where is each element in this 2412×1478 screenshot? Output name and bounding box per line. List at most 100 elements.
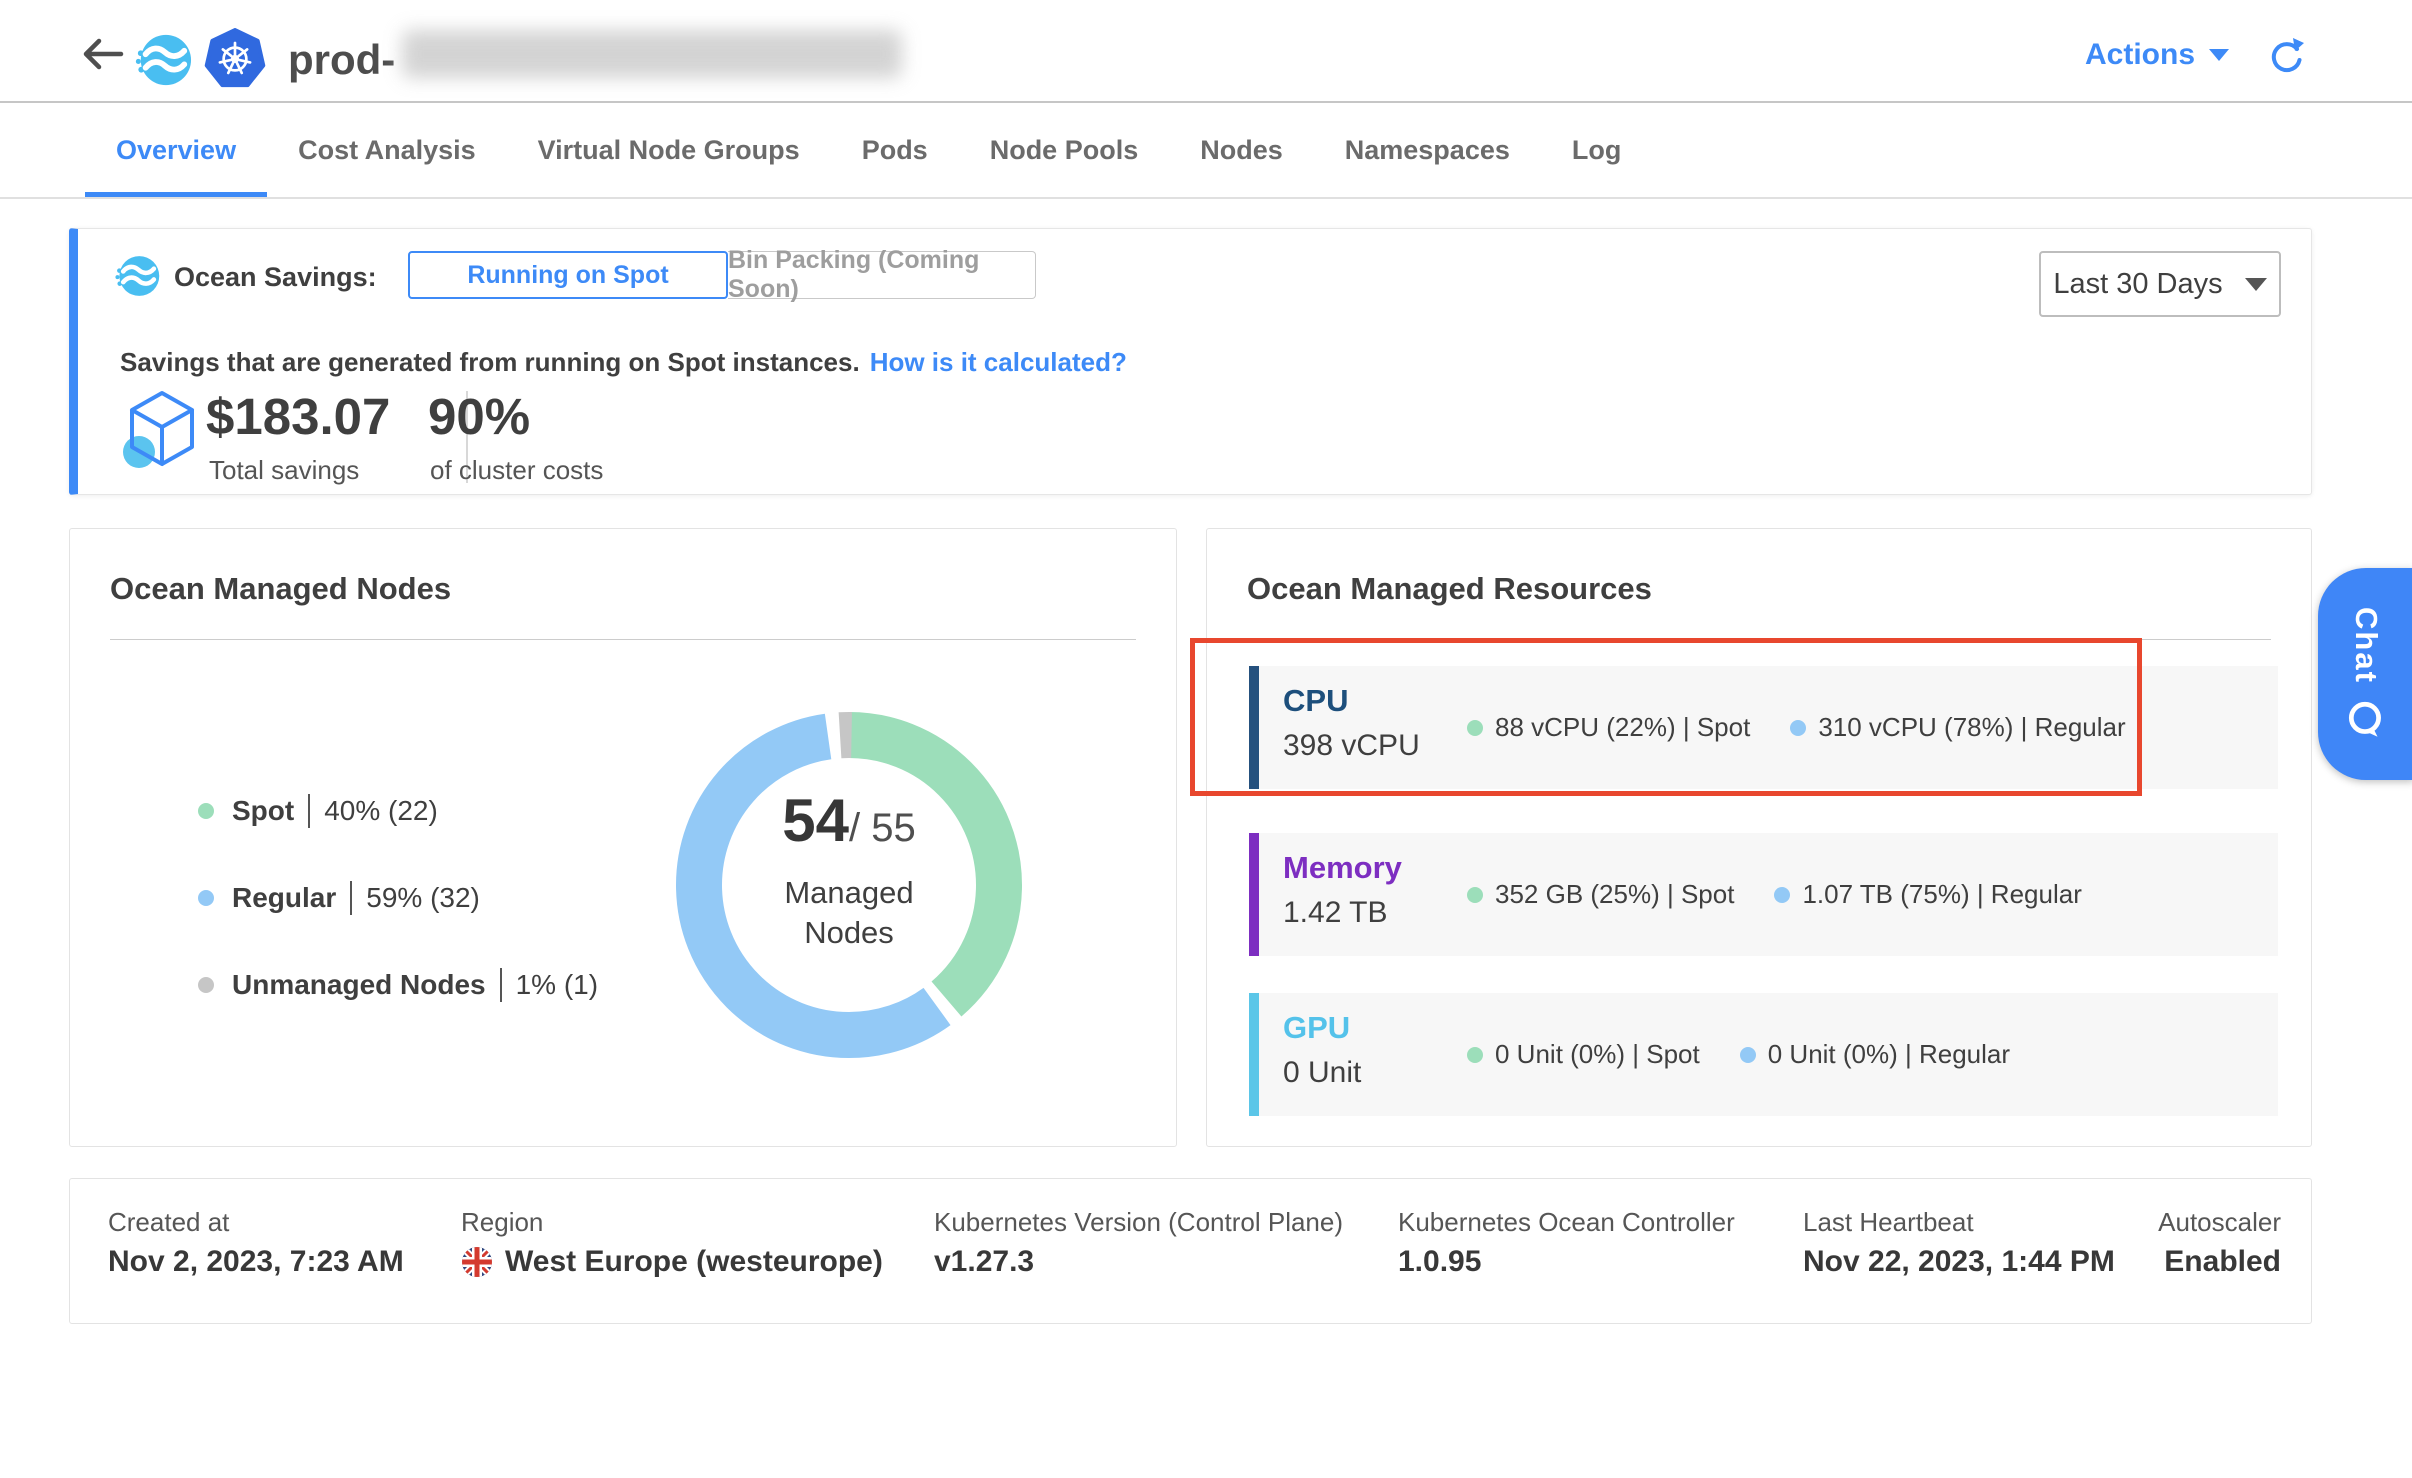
divider [110,639,1136,640]
info-label: Kubernetes Ocean Controller [1398,1207,1735,1238]
info-value: Nov 22, 2023, 1:44 PM [1803,1245,2115,1279]
unmanaged-legend-dot [198,977,214,993]
divider [500,968,502,1002]
savings-view-toggle: Running on Spot Bin Packing (Coming Soon… [408,251,1036,299]
info-label: Kubernetes Version (Control Plane) [934,1207,1343,1238]
back-arrow-icon[interactable] [80,36,126,72]
gpu-details: 0 Unit (0%) | Spot 0 Unit (0%) | Regular [1467,993,2010,1116]
info-value: 1.0.95 [1398,1245,1481,1279]
gpu-total: 0 Unit [1283,1056,1361,1090]
how-calculated-link[interactable]: How is it calculated? [870,347,1127,377]
info-label: Last Heartbeat [1803,1207,1974,1238]
managed-nodes-donut-chart: 54/ 55 Managed Nodes [666,702,1032,1068]
memory-spot-detail: 352 GB (25%) | Spot [1467,879,1734,910]
cpu-total: 398 vCPU [1283,729,1420,763]
gpu-name: GPU [1283,1010,1350,1046]
running-on-spot-button[interactable]: Running on Spot [408,251,728,299]
donut-center-text: 54/ 55 Managed Nodes [666,786,1032,953]
ocean-cluster-overview-page: prod- Actions Overview Cost Analysis Vir… [0,0,2412,1478]
tab-namespaces[interactable]: Namespaces [1314,103,1541,197]
regular-legend-dot [198,890,214,906]
gpu-regular-text: 0 Unit (0%) | Regular [1768,1039,2010,1070]
info-label: Created at [108,1207,229,1238]
legend-label: Spot [232,795,294,827]
savings-cube-icon [122,387,202,475]
gpu-spot-text: 0 Unit (0%) | Spot [1495,1039,1700,1070]
period-dropdown-value: Last 30 Days [2053,268,2222,301]
resource-row-cpu: CPU 398 vCPU 88 vCPU (22%) | Spot 310 vC… [1249,666,2278,789]
spot-legend-dot [198,803,214,819]
memory-color-bar [1249,833,1259,956]
legend-value: 1% (1) [516,969,598,1001]
chevron-down-icon [2209,49,2229,61]
info-value: West Europe (westeurope) [461,1245,883,1279]
chat-button[interactable]: Chat [2318,568,2412,780]
info-value: Nov 2, 2023, 7:23 AM [108,1245,404,1279]
managed-nodes-title: Ocean Managed Nodes [110,571,451,607]
kubernetes-logo-icon [204,28,266,90]
regular-dot [1774,887,1790,903]
tab-nodes[interactable]: Nodes [1169,103,1314,197]
chevron-down-icon [2245,278,2267,291]
tab-node-pools[interactable]: Node Pools [959,103,1170,197]
top-bar: prod- Actions [0,0,2412,103]
legend-item-unmanaged: Unmanaged Nodes 1% (1) [198,965,598,1005]
info-value: Enabled [2164,1245,2281,1279]
refresh-icon[interactable] [2266,36,2306,76]
total-count: / 55 [849,806,916,850]
managed-count: 54 [782,787,849,854]
legend-item-spot: Spot 40% (22) [198,791,598,831]
savings-description: Savings that are generated from running … [120,347,1127,378]
cpu-regular-text: 310 vCPU (78%) | Regular [1818,712,2125,743]
ocean-savings-label: Ocean Savings: [174,262,377,293]
bin-packing-button: Bin Packing (Coming Soon) [728,251,1036,299]
memory-details: 352 GB (25%) | Spot 1.07 TB (75%) | Regu… [1467,833,2082,956]
cluster-cost-label: of cluster costs [430,455,603,486]
tab-log[interactable]: Log [1541,103,1652,197]
savings-description-text: Savings that are generated from running … [120,347,860,377]
tab-virtual-node-groups[interactable]: Virtual Node Groups [507,103,831,197]
redacted-cluster-name [402,30,902,78]
spot-ocean-logo-icon [134,31,192,89]
gpu-color-bar [1249,993,1259,1116]
cpu-name: CPU [1283,683,1348,719]
center-label-line1: Managed [666,873,1032,913]
cluster-title: prod- [288,36,395,84]
ocean-savings-banner: Ocean Savings: Running on Spot Bin Packi… [69,228,2312,495]
actions-menu-button[interactable]: Actions [2085,38,2229,72]
ocean-wave-icon [114,253,160,299]
info-value: v1.27.3 [934,1245,1034,1279]
gpu-spot-detail: 0 Unit (0%) | Spot [1467,1039,1700,1070]
legend-value: 59% (32) [366,882,480,914]
cluster-cost-percentage: 90% [428,387,530,446]
region-value-text: West Europe (westeurope) [505,1245,883,1279]
regular-dot [1790,720,1806,736]
cpu-spot-detail: 88 vCPU (22%) | Spot [1467,712,1750,743]
spot-dot [1467,1047,1483,1063]
memory-total: 1.42 TB [1283,896,1388,930]
actions-label: Actions [2085,38,2195,72]
spot-dot [1467,720,1483,736]
resource-row-gpu: GPU 0 Unit 0 Unit (0%) | Spot 0 Unit (0%… [1249,993,2278,1116]
regular-dot [1740,1047,1756,1063]
info-label: Autoscaler [2158,1207,2281,1238]
memory-regular-text: 1.07 TB (75%) | Regular [1802,879,2081,910]
tab-cost-analysis[interactable]: Cost Analysis [267,103,507,197]
divider [350,881,352,915]
memory-name: Memory [1283,850,1402,886]
tab-pods[interactable]: Pods [831,103,959,197]
resource-row-memory: Memory 1.42 TB 352 GB (25%) | Spot 1.07 … [1249,833,2278,956]
gpu-regular-detail: 0 Unit (0%) | Regular [1740,1039,2010,1070]
legend-value: 40% (22) [324,795,438,827]
divider [1247,639,2271,640]
uk-flag-icon [461,1246,493,1278]
legend-item-regular: Regular 59% (32) [198,878,598,918]
donut-legend: Spot 40% (22) Regular 59% (32) Unmanaged… [198,791,598,1052]
ocean-managed-resources-card: Ocean Managed Resources CPU 398 vCPU 88 … [1206,528,2312,1147]
legend-label: Regular [232,882,336,914]
period-dropdown[interactable]: Last 30 Days [2039,251,2281,317]
cluster-info-bar: Created at Nov 2, 2023, 7:23 AM Region W… [69,1178,2312,1324]
memory-spot-text: 352 GB (25%) | Spot [1495,879,1734,910]
total-savings-label: Total savings [209,455,359,486]
tab-overview[interactable]: Overview [85,103,267,197]
